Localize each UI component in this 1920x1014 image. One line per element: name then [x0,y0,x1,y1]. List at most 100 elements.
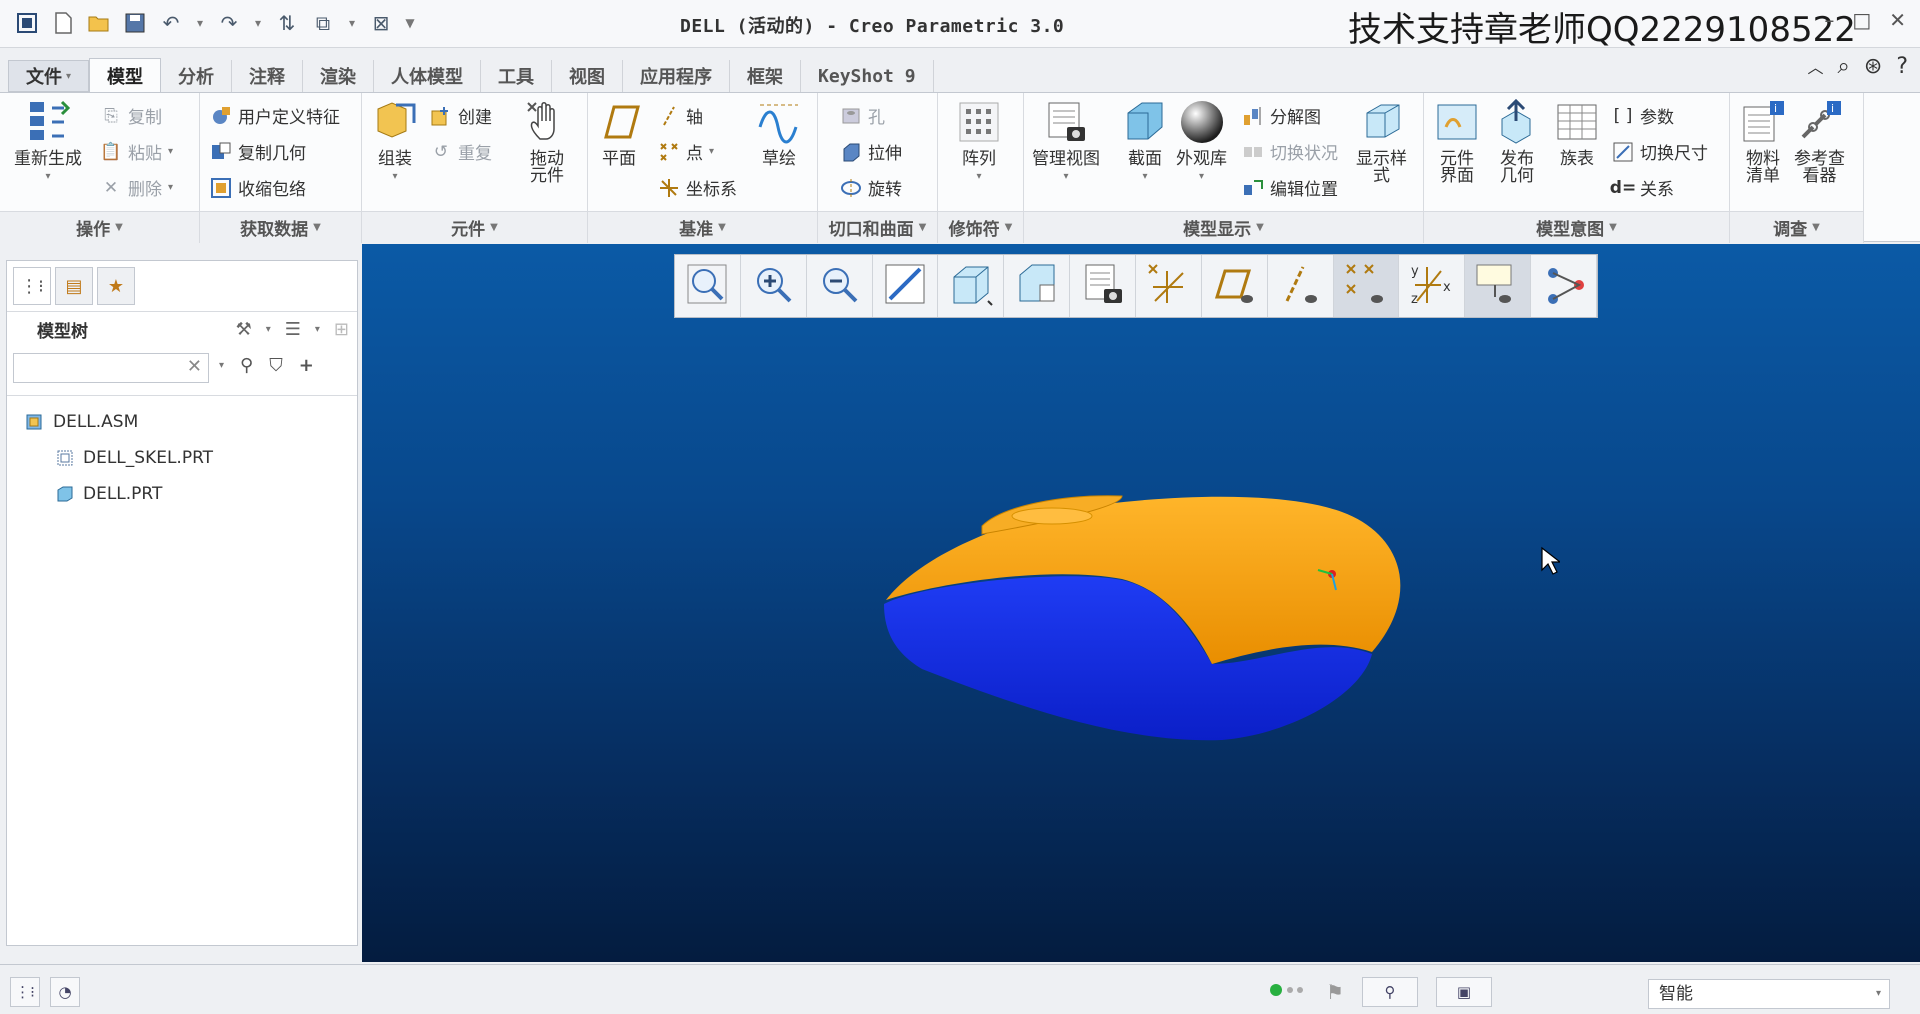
graphics-window[interactable]: yzx [362,244,1920,962]
paste-button[interactable]: 📋 粘贴 ▾ [100,139,173,165]
show-browser-icon[interactable]: ◔ [50,977,80,1007]
appearance-gallery-button[interactable]: 外观库 ▾ [1176,99,1227,185]
app-menu-icon[interactable] [12,8,42,38]
settings-tools-icon[interactable]: ⚒ [236,319,252,340]
family-table-button[interactable]: 族表 [1554,99,1600,168]
manage-views-button[interactable]: 管理视图 ▾ [1032,99,1100,185]
group-label[interactable]: 切口和曲面 ▼ [818,211,937,243]
flag-icon[interactable]: ⚑ [1326,980,1344,1004]
selection-filter-select[interactable]: 智能 ▾ [1648,979,1890,1009]
tab-framework[interactable]: 框架 [730,60,802,92]
csys-button[interactable]: 坐标系 [658,175,737,200]
show-navigator-icon[interactable]: ⋮⁝ [10,977,40,1007]
tab-file[interactable]: 文件 ▾ [8,60,90,92]
component-interface-button[interactable]: 元件 界面 [1434,99,1480,185]
save-icon[interactable] [120,8,150,38]
chevron-down-icon[interactable]: ▾ [266,324,271,335]
tab-model[interactable]: 模型 [89,58,162,92]
redo-icon[interactable]: ↷ [214,8,244,38]
sketch-button[interactable]: 草绘 [756,99,802,168]
tab-applications[interactable]: 应用程序 [623,60,731,92]
show-hide-icon[interactable]: ⊞ [334,319,349,340]
close-icon[interactable]: ✕ [1889,8,1906,32]
switch-dimensions-button[interactable]: 切换尺寸 [1612,139,1708,164]
group-label[interactable]: 模型显示 ▼ [1024,211,1423,243]
selection-buffer-icon[interactable]: ▣ [1435,977,1492,1007]
collapse-ribbon-icon[interactable]: ︿ [1808,54,1824,79]
extrude-button[interactable]: 拉伸 [840,139,902,164]
favorites-tab[interactable]: ★ [97,267,135,305]
open-icon[interactable] [84,8,114,38]
new-icon[interactable] [48,8,78,38]
regenerate-icon[interactable]: ⇅ [272,8,302,38]
group-label[interactable]: 元件 ▼ [362,211,587,243]
publish-geometry-button[interactable]: 发布 几何 [1494,99,1540,185]
chevron-down-icon[interactable]: ▾ [219,360,224,371]
tab-analysis[interactable]: 分析 [161,60,233,92]
customize-qat-icon[interactable]: ▼ [402,8,418,38]
redo-dropdown-icon[interactable]: ▾ [250,8,266,38]
reference-viewer-button[interactable]: i 参考查 看器 [1794,99,1845,185]
filter-icon[interactable]: ⛉ [269,355,283,376]
tab-view[interactable]: 视图 [552,60,624,92]
revolve-button[interactable]: 旋转 [840,175,902,200]
copy-button[interactable]: ⎘ 复制 [100,103,162,129]
add-icon[interactable]: + [299,355,314,376]
edit-position-button[interactable]: 编辑位置 [1242,175,1338,200]
tab-render[interactable]: 渲染 [303,60,375,92]
section-button[interactable]: 截面 ▾ [1122,99,1168,185]
regenerate-button[interactable]: 重新生成 ▾ [14,99,82,185]
undo-icon[interactable]: ↶ [156,8,186,38]
bom-button[interactable]: i 物料 清单 [1740,99,1786,185]
relations-button[interactable]: d= 关系 [1610,175,1674,201]
find-binoculars-icon[interactable]: ⚲ [240,355,253,376]
tree-node-part[interactable]: DELL.PRT [7,476,357,512]
chevron-down-icon[interactable]: ▾ [315,324,320,335]
group-label[interactable]: 修饰符 ▼ [938,211,1023,243]
copy-geometry-button[interactable]: 复制几何 [210,139,306,164]
minimize-icon[interactable]: – [1824,8,1834,32]
group-label[interactable]: 调查 ▼ [1730,211,1863,243]
model-tree-search-input[interactable]: ✕ [13,353,209,383]
tree-node-skeleton[interactable]: DELL_SKEL.PRT [7,440,357,476]
parameters-button[interactable]: [ ] 参数 [1612,103,1674,129]
tab-keyshot[interactable]: KeyShot 9 [801,60,934,92]
pattern-button[interactable]: 阵列 ▾ [956,99,1002,185]
axis-button[interactable]: 轴 [658,103,703,128]
clear-search-icon[interactable]: ✕ [187,356,202,377]
windows-icon[interactable]: ⧉ [308,8,338,38]
search-icon[interactable]: ⌕ [1838,54,1850,79]
tab-tools[interactable]: 工具 [481,60,553,92]
undo-dropdown-icon[interactable]: ▾ [192,8,208,38]
model-tree-tab[interactable]: ⋮⁝ [13,267,51,305]
find-icon[interactable]: ⚲ [1361,977,1418,1007]
toggle-status-button[interactable]: 切换状况 [1242,139,1338,164]
help-icon[interactable]: ? [1896,54,1908,79]
shrinkwrap-button[interactable]: 收缩包络 [210,175,306,200]
group-label[interactable]: 操作 ▼ [0,211,199,243]
repeat-button[interactable]: ↺ 重复 [430,139,492,165]
point-button[interactable]: 点 ▾ [658,139,714,164]
maximize-icon[interactable]: □ [1852,8,1871,32]
plane-button[interactable]: 平面 [596,99,642,168]
windows-dropdown-icon[interactable]: ▾ [344,8,360,38]
udf-button[interactable]: 用户定义特征 [210,103,340,128]
delete-button[interactable]: ✕ 删除 ▾ [100,175,173,201]
display-style-button[interactable]: 显示样 式 [1356,99,1407,185]
group-label[interactable]: 基准 ▼ [588,211,817,243]
group-label[interactable]: 模型意图 ▼ [1424,211,1729,243]
close-window-icon[interactable]: ⊠ [366,8,396,38]
tab-manikin[interactable]: 人体模型 [374,60,482,92]
hole-button[interactable]: 孔 [840,103,885,128]
tree-node-assembly[interactable]: DELL.ASM [7,404,357,440]
folder-browser-tab[interactable]: ▤ [55,267,93,305]
mouse-3d-model[interactable] [362,244,1920,962]
community-icon[interactable]: ⊛ [1864,54,1882,79]
tree-columns-icon[interactable]: ☰ [285,319,301,340]
drag-components-button[interactable]: 拖动 元件 [524,99,570,185]
assemble-button[interactable]: 组装 ▾ [372,99,418,185]
create-button[interactable]: 创建 [430,103,492,128]
exploded-view-button[interactable]: 分解图 [1242,103,1321,128]
group-label[interactable]: 获取数据 ▼ [200,211,361,243]
tab-annotate[interactable]: 注释 [232,60,304,92]
